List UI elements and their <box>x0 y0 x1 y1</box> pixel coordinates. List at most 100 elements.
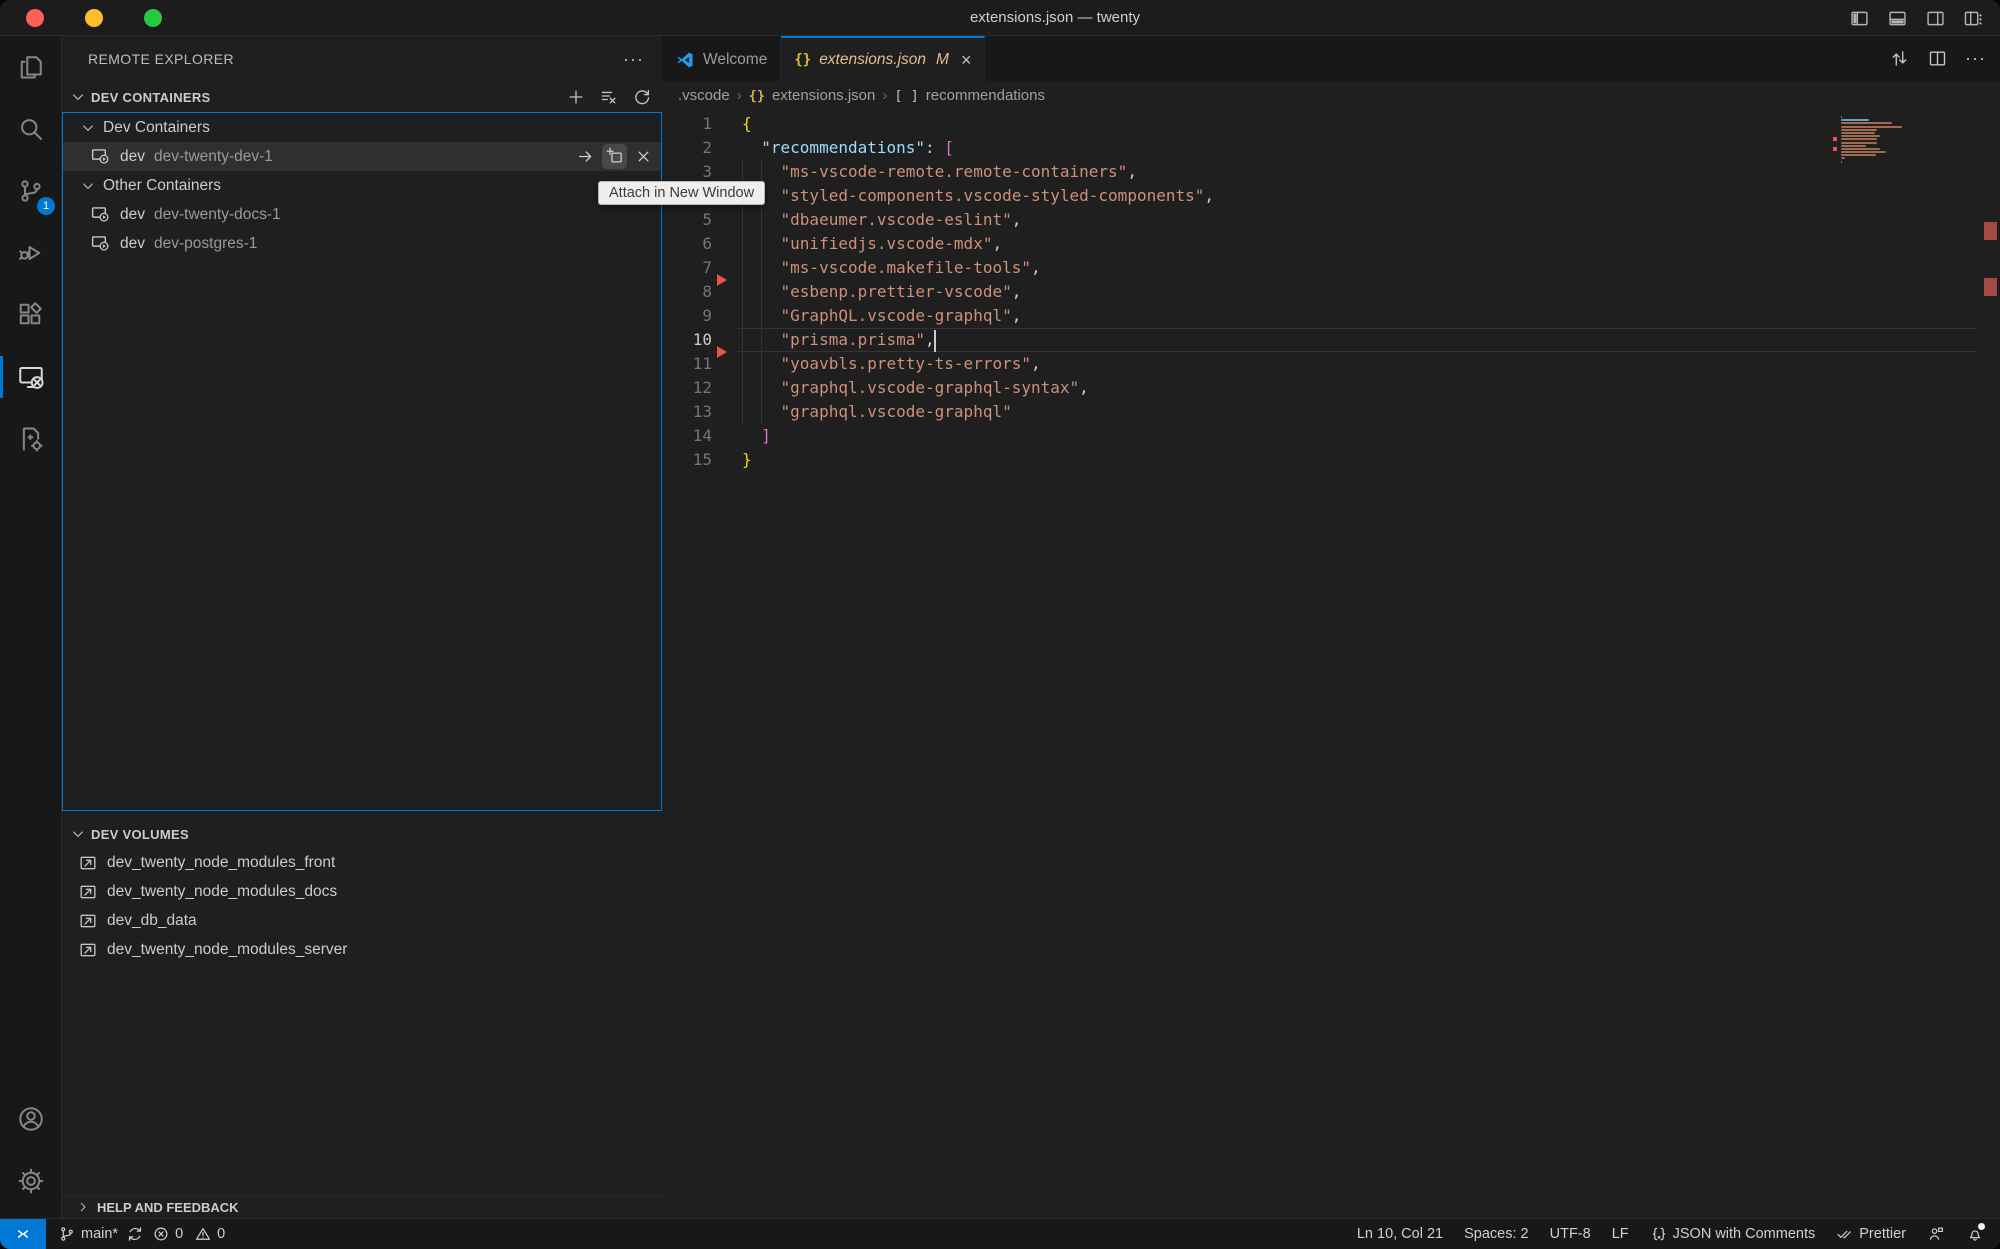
problems-status[interactable]: 0 0 <box>152 1225 225 1243</box>
toggle-secondary-sidebar-icon[interactable] <box>1925 8 1946 29</box>
line-number: 6 <box>662 232 712 256</box>
attach-new-window-icon[interactable] <box>602 144 627 169</box>
tree-group-dev-containers[interactable]: Dev Containers <box>63 113 661 142</box>
source-control-icon[interactable]: 1 <box>0 160 62 222</box>
run-debug-icon[interactable] <box>0 222 62 284</box>
formatter-status[interactable]: Prettier <box>1836 1225 1906 1243</box>
code-line[interactable]: "prisma.prisma", <box>738 328 1976 352</box>
sidebar-title: REMOTE EXPLORER <box>88 51 234 67</box>
close-tab-icon[interactable]: × <box>961 51 972 69</box>
line-number: 8 <box>662 280 712 304</box>
toggle-panel-icon[interactable] <box>1887 8 1908 29</box>
code-line[interactable]: "ms-vscode-remote.remote-containers", <box>738 160 1976 184</box>
editor-actions: ··· <box>1889 36 1986 81</box>
status-left: main* 0 0 <box>58 1225 225 1243</box>
feedback-icon[interactable] <box>1927 1225 1945 1243</box>
layout-controls <box>1849 0 1984 36</box>
code-line[interactable]: "yoavbls.pretty-ts-errors", <box>738 352 1976 376</box>
error-icon <box>152 1225 170 1243</box>
activity-bar: 1 <box>0 36 62 1218</box>
gutter-marker-icon <box>717 274 727 286</box>
tab-welcome[interactable]: Welcome <box>662 36 781 81</box>
vscode-window: extensions.json — twenty 1 REMOTE EXPLOR… <box>0 0 2000 1249</box>
array-symbol-icon: [ ] <box>894 88 918 104</box>
cursor-position-status[interactable]: Ln 10, Col 21 <box>1357 1226 1443 1242</box>
split-editor-icon[interactable] <box>1927 48 1948 69</box>
volume-row[interactable]: dev_twenty_node_modules_docs <box>62 877 662 906</box>
minimap-line <box>1841 145 1866 147</box>
gutter-marker-icon <box>717 346 727 358</box>
editor-group: Welcome {} extensions.json M × ··· .vsco… <box>662 36 2000 1218</box>
container-row-dev-twenty-docs-1[interactable]: dev dev-twenty-docs-1 <box>63 200 661 229</box>
open-changes-icon[interactable] <box>1889 48 1910 69</box>
titlebar: extensions.json — twenty <box>0 0 2000 36</box>
code-line[interactable]: ] <box>738 424 1976 448</box>
language-mode-status[interactable]: JSON with Comments <box>1650 1225 1816 1243</box>
dev-containers-section-header[interactable]: DEV CONTAINERS <box>62 82 662 112</box>
notifications-bell-icon[interactable] <box>1966 1225 1984 1243</box>
attach-arrow-icon[interactable] <box>576 147 595 166</box>
refresh-icon[interactable] <box>632 87 652 107</box>
accounts-icon[interactable] <box>0 1088 62 1150</box>
status-bar: main* 0 0 Ln 10, Col 21 Spaces: 2 UTF-8 … <box>0 1218 2000 1249</box>
minimap[interactable] <box>1833 116 1905 164</box>
code-line[interactable]: "graphql.vscode-graphql" <box>738 400 1976 424</box>
indentation-status[interactable]: Spaces: 2 <box>1464 1226 1529 1242</box>
container-row-dev-postgres-1[interactable]: dev dev-postgres-1 <box>63 229 661 258</box>
search-icon[interactable] <box>0 98 62 160</box>
code-line[interactable]: "unifiedjs.vscode-mdx", <box>738 232 1976 256</box>
minimap-line <box>1841 138 1877 140</box>
breadcrumb-symbol[interactable]: recommendations <box>926 87 1045 104</box>
remove-container-icon[interactable] <box>634 147 653 166</box>
code-editor[interactable]: 123456789101112131415 { "recommendations… <box>662 110 2000 1218</box>
close-window-button[interactable] <box>26 9 44 27</box>
code-line[interactable]: "GraphQL.vscode-graphql", <box>738 304 1976 328</box>
code-line[interactable]: { <box>738 112 1976 136</box>
code-line[interactable]: "graphql.vscode-graphql-syntax", <box>738 376 1976 400</box>
breadcrumb-folder[interactable]: .vscode <box>678 87 730 104</box>
remote-indicator[interactable] <box>0 1219 46 1249</box>
encoding-status[interactable]: UTF-8 <box>1550 1226 1591 1242</box>
sync-changes-button[interactable] <box>126 1225 144 1243</box>
notification-dot <box>1978 1223 1985 1230</box>
breadcrumb-file[interactable]: extensions.json <box>772 87 875 104</box>
volume-row[interactable]: dev_twenty_node_modules_front <box>62 848 662 877</box>
explorer-icon[interactable] <box>0 36 62 98</box>
line-number: 9 <box>662 304 712 328</box>
zoom-window-button[interactable] <box>144 9 162 27</box>
code-line[interactable]: "esbenp.prettier-vscode", <box>738 280 1976 304</box>
activity-bar-bottom <box>0 1088 62 1212</box>
volume-row[interactable]: dev_twenty_node_modules_server <box>62 935 662 964</box>
minimap-line <box>1841 157 1845 159</box>
container-tools-icon[interactable] <box>0 408 62 470</box>
tab-extensions-json[interactable]: {} extensions.json M × <box>781 36 985 81</box>
sidebar-more-actions-icon[interactable]: ··· <box>623 49 644 70</box>
toggle-primary-sidebar-icon[interactable] <box>1849 8 1870 29</box>
extensions-icon[interactable] <box>0 284 62 346</box>
code-line[interactable]: "styled-components.vscode-styled-compone… <box>738 184 1976 208</box>
dev-volumes-section-header[interactable]: DEV VOLUMES <box>62 820 662 848</box>
code-line[interactable]: "ms-vscode.makefile-tools", <box>738 256 1976 280</box>
code-line[interactable]: "dbaeumer.vscode-eslint", <box>738 208 1976 232</box>
branch-status[interactable]: main* <box>58 1225 118 1243</box>
dev-volumes-section: DEV VOLUMES dev_twenty_node_modules_fron… <box>62 820 662 964</box>
container-row-dev-twenty-dev-1[interactable]: dev dev-twenty-dev-1 <box>63 142 661 171</box>
eol-status[interactable]: LF <box>1612 1226 1629 1242</box>
code-line[interactable]: "recommendations": [ <box>738 136 1976 160</box>
code-line[interactable]: } <box>738 448 1976 472</box>
customize-layout-icon[interactable] <box>1963 8 1984 29</box>
minimize-window-button[interactable] <box>85 9 103 27</box>
more-actions-icon[interactable]: ··· <box>1965 48 1986 69</box>
tree-group-other-containers[interactable]: Other Containers <box>63 171 661 200</box>
help-and-feedback-section-header[interactable]: HELP AND FEEDBACK <box>62 1195 662 1218</box>
modified-badge: M <box>936 51 949 69</box>
new-container-plus-icon[interactable] <box>566 87 586 107</box>
volume-row[interactable]: dev_db_data <box>62 906 662 935</box>
clear-list-icon[interactable] <box>599 87 619 107</box>
remote-explorer-icon[interactable] <box>0 346 62 408</box>
line-number: 14 <box>662 424 712 448</box>
minimap-line <box>1841 151 1886 153</box>
chevron-down-icon <box>80 178 96 194</box>
settings-gear-icon[interactable] <box>0 1150 62 1212</box>
remote-icon <box>13 1224 33 1244</box>
